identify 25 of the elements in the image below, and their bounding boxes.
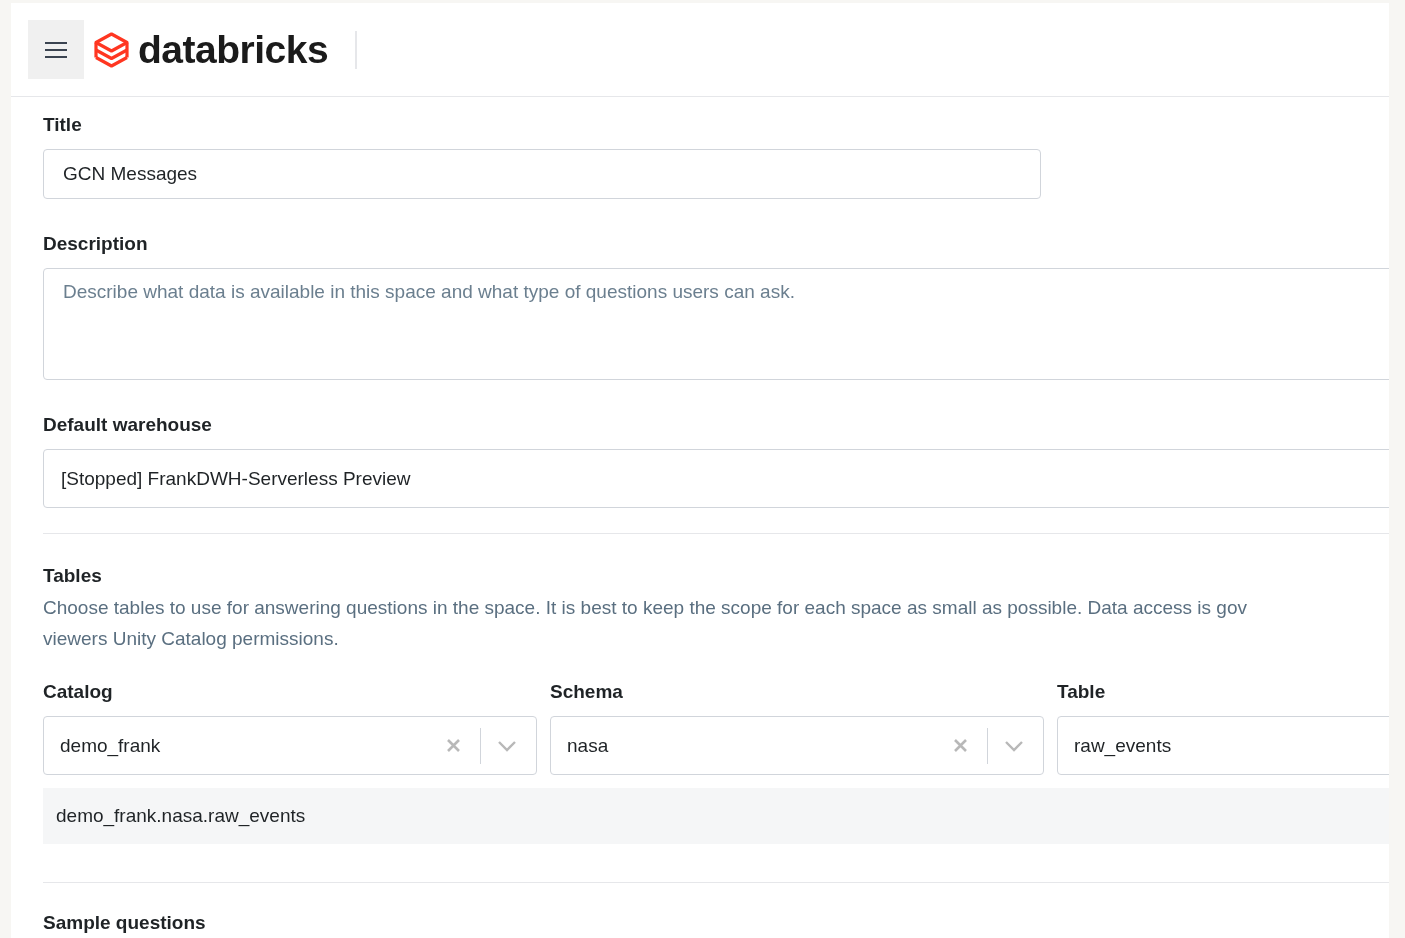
dropdown-select[interactable]: demo_frank bbox=[43, 716, 537, 775]
field-label: Catalog bbox=[43, 680, 114, 704]
logo-icon bbox=[93, 30, 130, 69]
clear-icon[interactable] bbox=[446, 738, 461, 753]
chevron-down-icon[interactable] bbox=[497, 739, 517, 752]
field-label: Table bbox=[1057, 680, 1107, 704]
field-label: Title bbox=[43, 113, 83, 137]
title-input[interactable]: GCN Messages bbox=[43, 149, 1041, 199]
menu-icon bbox=[44, 40, 68, 59]
help-text: viewers Unity Catalog permissions. bbox=[43, 627, 340, 651]
warehouse-select[interactable]: [Stopped] FrankDWH-Serverless Preview bbox=[43, 449, 1389, 508]
section-heading: Tables bbox=[43, 564, 103, 588]
field-label: Default warehouse bbox=[43, 413, 213, 437]
chevron-down-icon[interactable] bbox=[1004, 739, 1024, 752]
table-select[interactable]: raw_events bbox=[1057, 716, 1389, 775]
menu-button[interactable] bbox=[28, 20, 84, 79]
field-label: Schema bbox=[550, 680, 624, 704]
description-input[interactable]: Describe what data is available in this space and what type of questions users can ask. bbox=[43, 268, 1389, 380]
dropdown-select[interactable]: nasa bbox=[550, 716, 1044, 775]
logo-text: databricks bbox=[138, 27, 329, 72]
field-label: Description bbox=[43, 232, 149, 256]
help-text: Choose tables to use for answering questions in the space. It is best to keep the scope for each space as small as possible. Data access is gov bbox=[43, 596, 1248, 620]
selected-table-path: demo_frank.nasa.raw_events bbox=[43, 788, 1389, 844]
section-heading: Sample questions bbox=[43, 911, 207, 935]
clear-icon[interactable] bbox=[953, 738, 968, 753]
